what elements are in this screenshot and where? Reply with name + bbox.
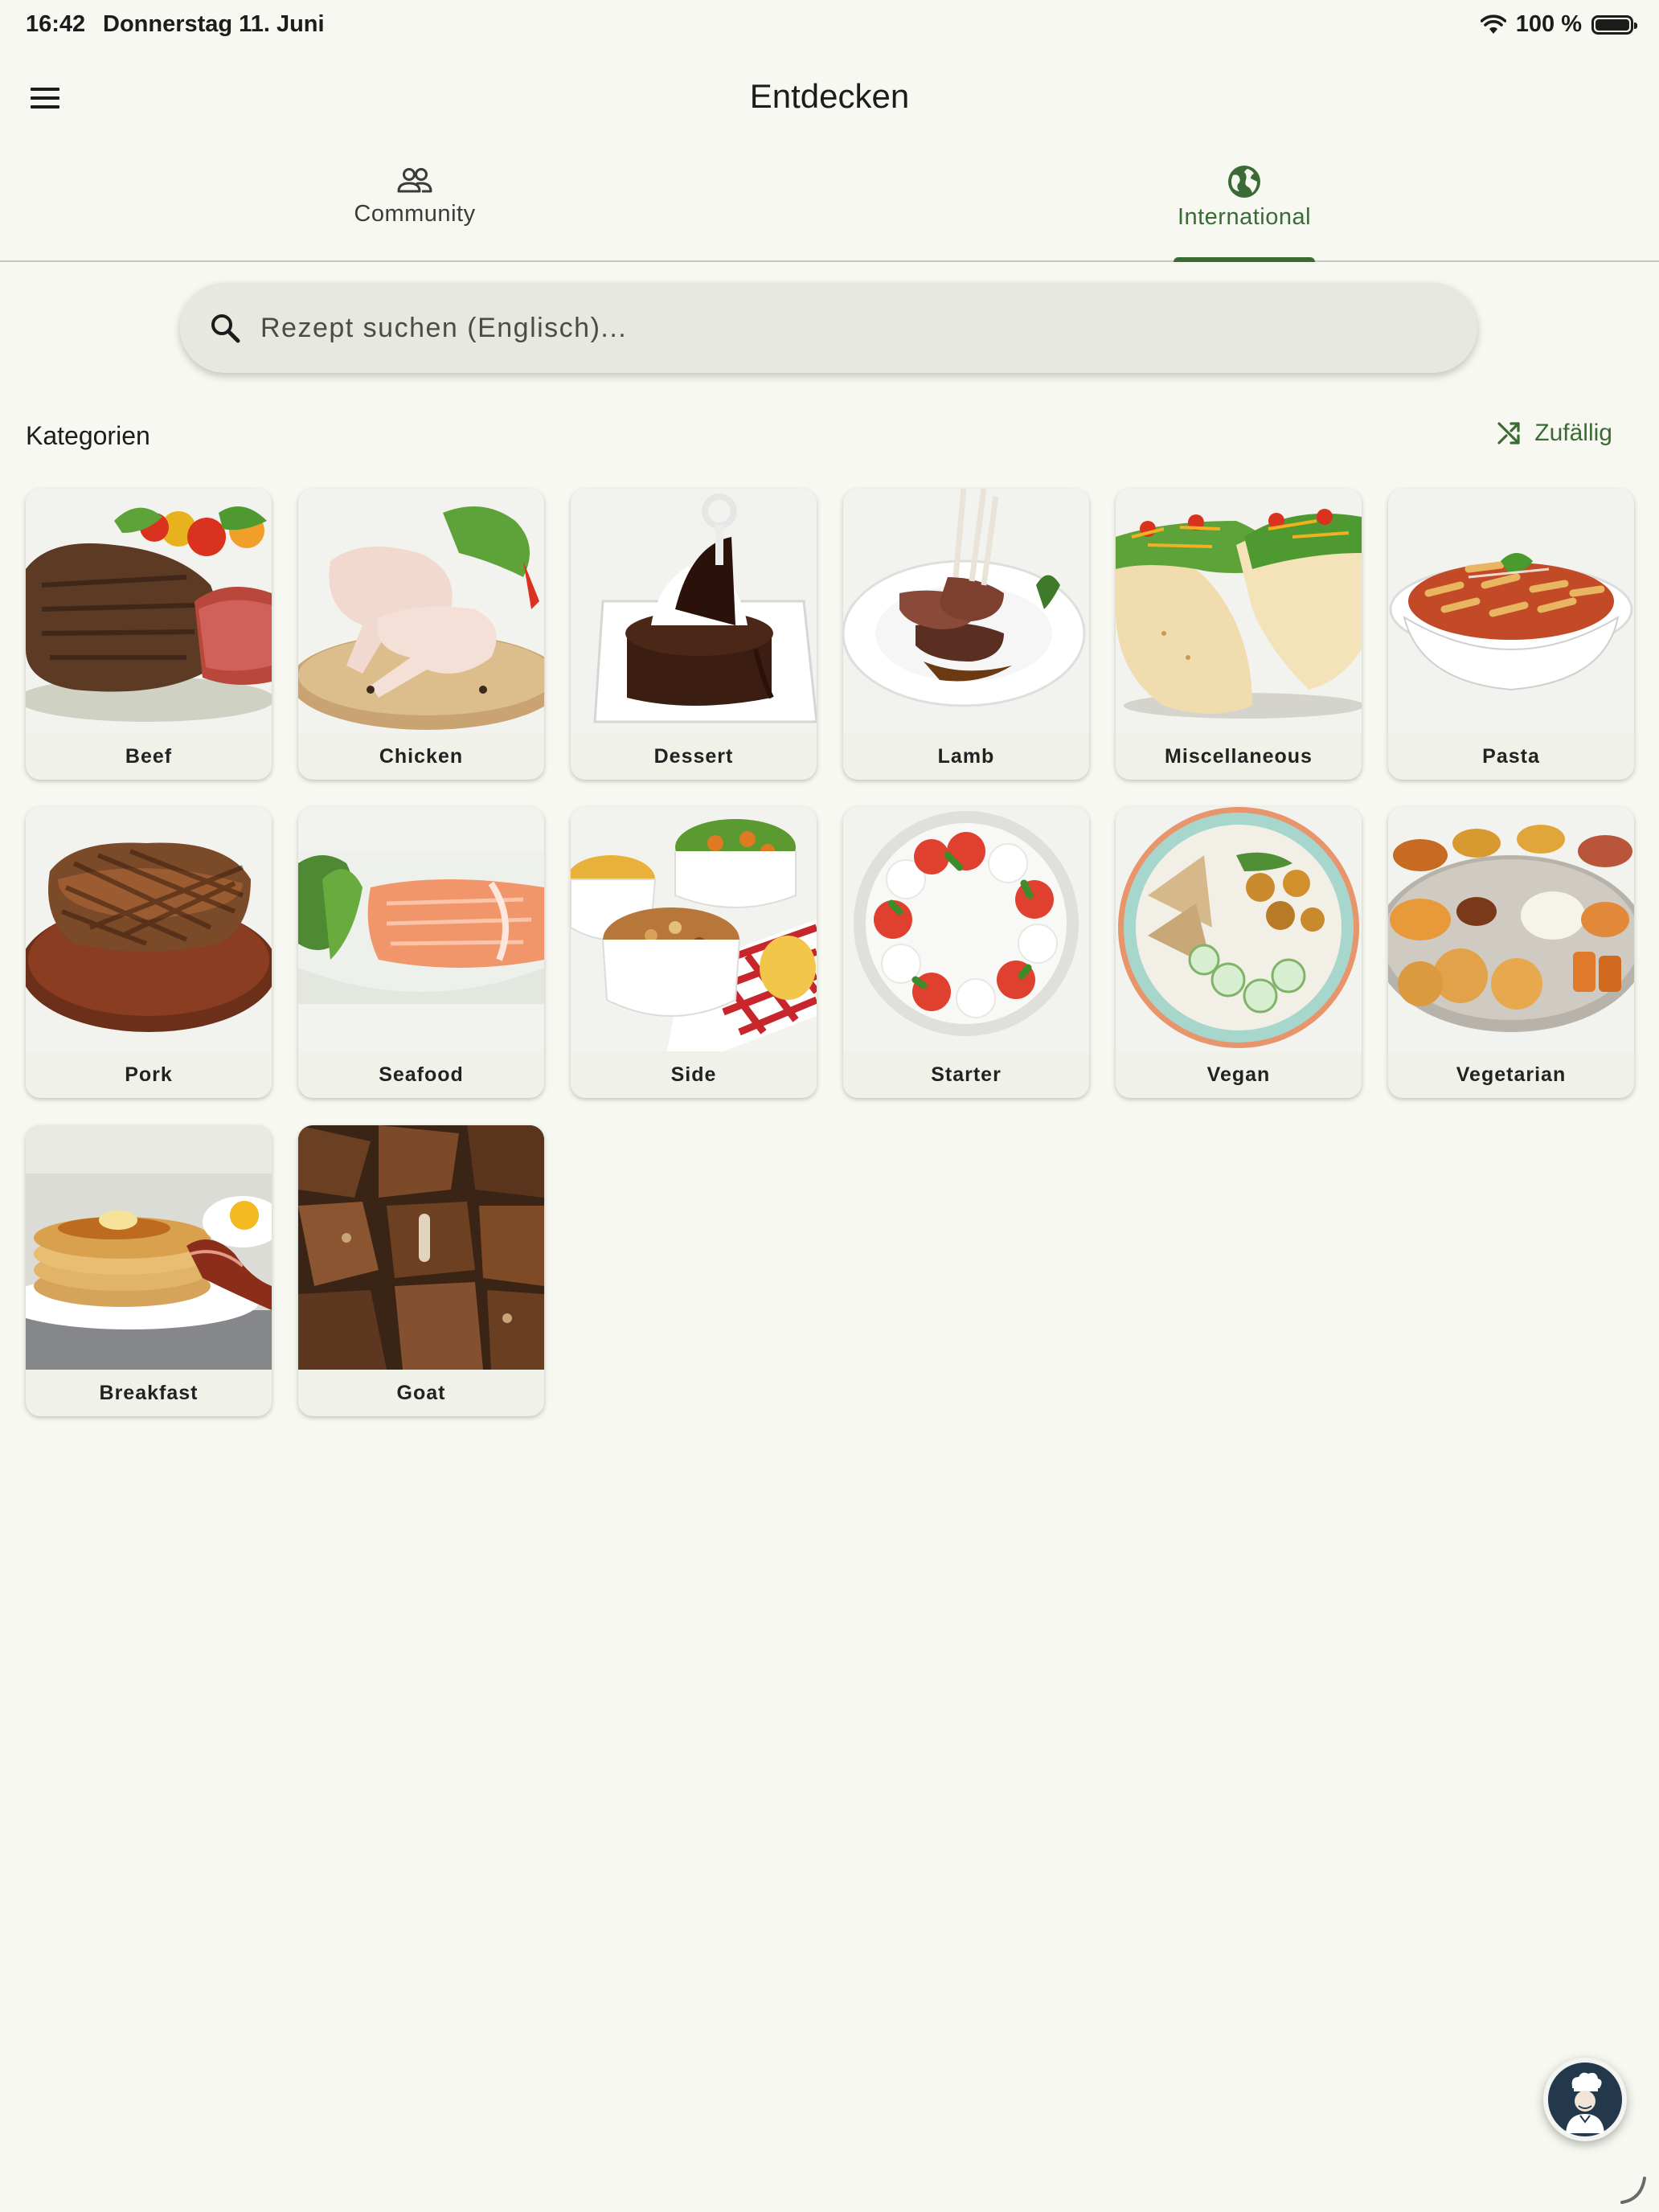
chef-avatar-icon [1548,2062,1622,2136]
chicken-legs-image [298,489,544,733]
category-card-starter[interactable]: Starter [843,807,1089,1098]
category-grid: Beef Chicken Dessert Lamb Miscellaneous … [26,489,1634,1416]
category-card-vegan[interactable]: Vegan [1116,807,1362,1098]
wifi-icon [1480,14,1506,34]
search-input[interactable] [259,311,1387,345]
category-card-miscellaneous[interactable]: Miscellaneous [1116,489,1362,780]
tab-international-label: International [1177,204,1312,230]
steak-image [26,489,272,733]
tab-bar: Community International [0,153,1659,262]
app-bar: Entdecken [0,51,1659,145]
battery-percent: 100 % [1515,11,1582,37]
resize-handle-icon [1620,2177,1646,2204]
category-card-breakfast[interactable]: Breakfast [26,1125,272,1416]
search-icon [211,314,240,343]
tab-community[interactable]: Community [0,153,830,260]
thali-image [1388,807,1634,1051]
category-card-dessert[interactable]: Dessert [571,489,817,780]
category-card-chicken[interactable]: Chicken [298,489,544,780]
page-title: Entdecken [749,77,910,115]
battery-icon [1591,14,1637,35]
shuffle-icon [1497,422,1520,444]
category-card-side[interactable]: Side [571,807,817,1098]
tacos-image [1116,489,1362,733]
category-label: Seafood [379,1063,464,1086]
random-button[interactable]: Zufällig [1488,415,1620,452]
chef-assistant-button[interactable] [1543,2058,1627,2141]
status-bar: 16:42 Donnerstag 11. Juni 100 % [0,0,1659,51]
category-label: Vegan [1206,1063,1271,1086]
category-label: Vegetarian [1456,1063,1567,1086]
salmon-image [298,807,544,1051]
category-label: Beef [125,745,173,768]
status-right: 100 % [1480,11,1637,38]
category-card-vegetarian[interactable]: Vegetarian [1388,807,1634,1098]
penne-image [1388,489,1634,733]
lamb-chops-image [843,489,1089,733]
pork-chop-image [26,807,272,1051]
category-label: Dessert [653,745,734,768]
category-label: Breakfast [99,1382,199,1404]
random-label: Zufällig [1534,420,1612,446]
category-card-lamb[interactable]: Lamb [843,489,1089,780]
vegan-bowl-image [1116,807,1362,1051]
goat-meat-image [298,1125,544,1370]
pancakes-image [26,1125,272,1370]
category-label: Starter [931,1063,1002,1086]
status-date: Donnerstag 11. Juni [103,11,325,37]
category-card-pasta[interactable]: Pasta [1388,489,1634,780]
categories-title: Kategorien [26,421,150,450]
tab-community-label: Community [354,201,476,227]
status-time: 16:42 [26,11,86,37]
tab-international[interactable]: International [830,153,1659,262]
globe-icon [1228,166,1260,198]
category-label: Pasta [1482,745,1540,768]
caprese-image [843,807,1089,1051]
search-bar[interactable] [180,283,1477,373]
category-label: Pork [125,1063,173,1086]
chocolate-cake-image [571,489,817,733]
active-tab-indicator [1174,257,1315,262]
people-icon [397,168,432,193]
category-label: Goat [396,1382,446,1404]
category-label: Lamb [937,745,995,768]
category-label: Side [670,1063,717,1086]
category-label: Miscellaneous [1165,745,1313,768]
category-card-pork[interactable]: Pork [26,807,272,1098]
category-card-goat[interactable]: Goat [298,1125,544,1416]
side-dishes-image [571,807,817,1051]
category-card-beef[interactable]: Beef [26,489,272,780]
category-card-seafood[interactable]: Seafood [298,807,544,1098]
category-label: Chicken [379,745,464,768]
search-icon-wrap [196,299,254,357]
